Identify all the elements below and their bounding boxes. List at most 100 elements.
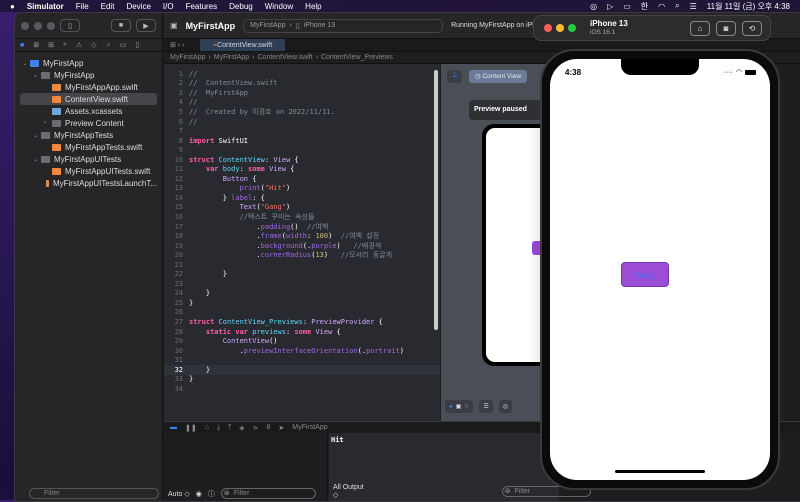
- file-tree-item[interactable]: › Preview Content: [20, 117, 157, 129]
- code-line[interactable]: 32 }: [164, 364, 440, 375]
- file-tree-item[interactable]: Assets.xcassets: [20, 105, 157, 117]
- destination-name[interactable]: iPhone 13: [304, 22, 336, 29]
- sim-minimize-button[interactable]: [556, 24, 564, 32]
- pause-icon[interactable]: ❚❚: [185, 424, 197, 432]
- code-line[interactable]: 2 // ContentView.swift: [164, 79, 440, 89]
- variables-filter-input[interactable]: Filter: [220, 488, 316, 499]
- menu-clock[interactable]: 11월 11일 (금) 오후 4:38: [707, 1, 790, 12]
- editor-scrollbar[interactable]: [434, 70, 438, 330]
- code-line[interactable]: 15 Text("Gang"): [164, 203, 440, 213]
- search-icon[interactable]: ⌕: [675, 1, 679, 11]
- code-line[interactable]: 19 . background (. purple) //배경색: [164, 241, 440, 251]
- jump-symbol[interactable]: ContentView_Previews: [321, 54, 393, 61]
- close-button[interactable]: [21, 21, 29, 30]
- code-line[interactable]: 22 }: [164, 269, 440, 279]
- code-line[interactable]: 4 //: [164, 98, 440, 108]
- auto-selector[interactable]: Auto ◇: [168, 490, 190, 498]
- code-line[interactable]: 20 . cornerRadius(13) //모서리 둥글게: [164, 250, 440, 260]
- code-line[interactable]: 25}: [164, 298, 440, 308]
- disclosure-icon[interactable]: ⌄: [33, 72, 41, 79]
- file-tree-item[interactable]: MyFirstAppUITests.swift: [20, 165, 157, 177]
- screenshot-icon[interactable]: ◙: [716, 20, 736, 36]
- code-line[interactable]: 33}: [164, 375, 440, 385]
- menu-app-name[interactable]: Simulator: [27, 2, 64, 11]
- device-screen[interactable]: 4:38 ···· ◠ Gang: [550, 59, 770, 480]
- menu-window[interactable]: Window: [265, 2, 293, 11]
- input-method[interactable]: 한: [641, 1, 648, 12]
- code-line[interactable]: 26: [164, 308, 440, 318]
- pin-icon[interactable]: ⊥: [447, 70, 462, 83]
- code-line[interactable]: 27 struct ContentView_Previews: PreviewPr…: [164, 317, 440, 327]
- warning-icon[interactable]: ⚠: [76, 41, 82, 49]
- sim-close-button[interactable]: [544, 24, 552, 32]
- eye-icon[interactable]: ◉: [196, 490, 202, 498]
- code-line[interactable]: 1 //: [164, 69, 440, 79]
- code-line[interactable]: 30 . previewInterfaceOrientation (. portrai…: [164, 346, 440, 356]
- test-icon[interactable]: ◇: [91, 41, 96, 49]
- location-icon[interactable]: ➤: [278, 424, 284, 432]
- code-line[interactable]: 8 import SwiftUI: [164, 136, 440, 146]
- wifi-icon[interactable]: ◠: [658, 2, 665, 11]
- code-line[interactable]: 23: [164, 279, 440, 289]
- file-tree-item[interactable]: ⌄ MyFirstAppTests: [20, 129, 157, 141]
- report-icon[interactable]: ▯: [135, 41, 139, 49]
- info-icon[interactable]: ⓘ: [208, 489, 215, 499]
- code-line[interactable]: 6 //: [164, 117, 440, 127]
- step-out-icon[interactable]: ⤒: [228, 424, 231, 432]
- disclosure-icon[interactable]: ›: [44, 120, 52, 126]
- device-settings-button[interactable]: ☰: [479, 400, 493, 413]
- code-editor[interactable]: 1 // 2 // ContentView.swift 3 // MyFirstApp 4 /…: [164, 64, 440, 421]
- sidebar-toggle-icon[interactable]: ▯: [60, 19, 80, 32]
- grid-icon[interactable]: ⊞ ‹ ›: [170, 41, 184, 49]
- code-line[interactable]: 16 //텍스트 꾸미는 속성들: [164, 212, 440, 222]
- code-line[interactable]: 18 . frame(width: 100) //여백 설정: [164, 231, 440, 241]
- code-line[interactable]: 10 struct ContentView: View {: [164, 155, 440, 165]
- code-line[interactable]: 7: [164, 126, 440, 136]
- code-line[interactable]: 29 ContentView(): [164, 336, 440, 346]
- home-indicator[interactable]: [615, 470, 705, 473]
- debug-icon[interactable]: ♂: [106, 42, 111, 49]
- live-preview-button[interactable]: ● ▣ ⁙: [445, 400, 474, 413]
- code-line[interactable]: 9: [164, 145, 440, 155]
- jump-file[interactable]: ContentView.swift: [258, 54, 313, 61]
- gang-button[interactable]: Gang: [621, 262, 669, 287]
- battery-icon[interactable]: ▭: [623, 2, 631, 11]
- file-tree-item[interactable]: MyFirstAppUITestsLaunchT...: [20, 177, 157, 189]
- menu-file[interactable]: File: [76, 2, 89, 11]
- minimize-button[interactable]: [34, 21, 42, 30]
- disclosure-icon[interactable]: ⌄: [33, 156, 41, 163]
- scheme-selector[interactable]: MyFirstApp › ▯ iPhone 13: [243, 18, 444, 33]
- menu-device[interactable]: Device: [126, 2, 150, 11]
- sim-zoom-button[interactable]: [568, 24, 576, 32]
- step-in-icon[interactable]: ⤓: [217, 424, 220, 432]
- find-icon[interactable]: ⌕: [63, 41, 67, 49]
- symbol-icon[interactable]: ⊞: [48, 41, 54, 49]
- scheme-name[interactable]: MyFirstApp: [250, 22, 285, 29]
- file-tree-item[interactable]: ⌄ MyFirstApp: [20, 69, 157, 81]
- code-line[interactable]: 21: [164, 260, 440, 270]
- file-tree-item[interactable]: ⌄ MyFirstAppUITests: [20, 153, 157, 165]
- variants-button[interactable]: ◎: [498, 400, 512, 413]
- control-center-icon[interactable]: ☰: [690, 2, 697, 11]
- code-line[interactable]: 14 } label: {: [164, 193, 440, 203]
- file-tree-item[interactable]: MyFirstAppTests.swift: [20, 141, 157, 153]
- home-icon[interactable]: ⌂: [690, 20, 710, 36]
- folder-icon[interactable]: ■: [20, 42, 24, 49]
- disclosure-icon[interactable]: ⌄: [22, 60, 30, 67]
- content-view-button[interactable]: ◷ Content View: [469, 70, 527, 83]
- menu-edit[interactable]: Edit: [101, 2, 115, 11]
- code-line[interactable]: 17 . padding() //여백: [164, 222, 440, 232]
- headphones-icon[interactable]: ◎: [590, 2, 597, 11]
- breakpoint-icon[interactable]: ▭: [120, 41, 127, 49]
- code-line[interactable]: 11 var body: some View {: [164, 164, 440, 174]
- environment-icon[interactable]: 8: [266, 424, 270, 431]
- code-line[interactable]: 13 print("Hit"): [164, 184, 440, 194]
- play-icon[interactable]: ▷: [607, 2, 613, 11]
- navigator-filter-input[interactable]: Filter: [29, 488, 159, 499]
- apple-icon[interactable]: ●: [10, 2, 15, 11]
- menu-help[interactable]: Help: [305, 2, 321, 11]
- run-button[interactable]: ▶: [136, 19, 156, 32]
- code-line[interactable]: 34: [164, 384, 440, 394]
- code-line[interactable]: 28 static var previews: some View {: [164, 327, 440, 337]
- disclosure-icon[interactable]: ⌄: [33, 132, 41, 139]
